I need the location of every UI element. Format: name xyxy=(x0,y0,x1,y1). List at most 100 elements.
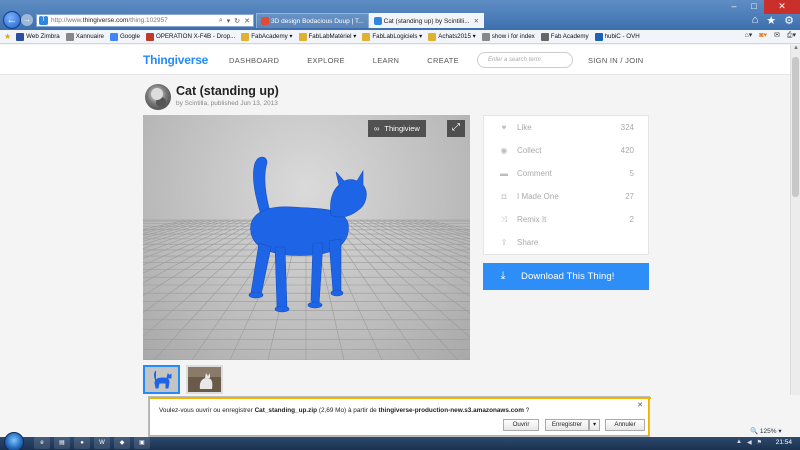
page-scrollbar[interactable]: ▲ xyxy=(790,45,800,395)
folder-taskbar-icon[interactable]: ▤ xyxy=(54,437,70,449)
action-count: 5 xyxy=(629,169,634,178)
app-taskbar-icon[interactable]: ◆ xyxy=(114,437,130,449)
minimize-icon[interactable]: – xyxy=(724,0,744,14)
favorite-link[interactable]: Xannuaire xyxy=(65,32,104,41)
stop-icon[interactable]: ✕ xyxy=(244,17,250,25)
nav-dashboard[interactable]: DASHBOARD xyxy=(229,56,279,65)
start-button[interactable] xyxy=(4,432,24,450)
open-button[interactable]: Ouvrir xyxy=(503,419,539,431)
app-taskbar-icon[interactable]: ▣ xyxy=(134,437,150,449)
action-count: 2 xyxy=(629,215,634,224)
action-i-made-one[interactable]: ◘ I Made One 27 xyxy=(484,185,650,208)
browser-tools: ⌂ ★ ⚙ xyxy=(752,14,794,27)
folder-icon xyxy=(241,32,250,41)
flag-icon[interactable]: ⚑ xyxy=(757,439,762,446)
action-collect[interactable]: ◉ Collect 420 xyxy=(484,139,650,162)
download-message: Voulez-vous ouvrir ou enregistrer Cat_st… xyxy=(159,407,530,414)
thumbnail-strip xyxy=(143,365,223,394)
action-like[interactable]: ♥ Like 324 xyxy=(484,116,650,139)
close-icon[interactable]: ✕ xyxy=(637,401,643,409)
page-title: Cat (standing up) xyxy=(176,84,279,98)
signin-link[interactable]: SIGN IN / JOIN xyxy=(588,56,643,65)
zoom-level[interactable]: 🔍 125% ▾ xyxy=(747,427,785,435)
thumbnail-model[interactable] xyxy=(143,365,180,394)
favorites-bar: ★ Web Zimbra Xannuaire Google OPERATION X-F… xyxy=(0,30,800,44)
favorite-label: hubiC - OVH xyxy=(604,33,640,40)
favorite-link[interactable]: hubiC - OVH xyxy=(594,32,640,41)
settings-gear-icon[interactable]: ⚙ xyxy=(784,14,794,27)
byline: by Scintilla, published Jun 13, 2013 xyxy=(176,100,278,107)
favorite-link[interactable]: show i for index xyxy=(481,32,535,41)
clock[interactable]: 21:54 xyxy=(776,439,792,446)
remix-icon: ⤨ xyxy=(500,214,508,224)
rss-icon[interactable]: ◙▾ xyxy=(759,31,767,40)
search-input[interactable]: Enter a search term xyxy=(477,52,573,68)
home-icon[interactable]: ⌂ xyxy=(752,14,759,27)
nav-learn[interactable]: LEARN xyxy=(373,56,400,65)
network-icon[interactable]: ▲ xyxy=(736,439,742,446)
favorites-star-icon[interactable]: ★ xyxy=(4,32,11,41)
favorite-label: Web Zimbra xyxy=(26,33,60,40)
back-button[interactable]: ← xyxy=(3,11,21,29)
favorite-link[interactable]: Fab Academy xyxy=(540,32,589,41)
favorite-link[interactable]: Achats2015 ▾ xyxy=(428,32,476,41)
browser-tab[interactable]: Cat (standing up) by Scintilli... ✕ xyxy=(368,13,485,29)
print-icon[interactable]: ⎙▾ xyxy=(787,31,796,40)
action-label: Remix It xyxy=(517,215,547,224)
favorites-star-icon[interactable]: ★ xyxy=(766,14,776,27)
close-icon[interactable]: ✕ xyxy=(764,0,800,14)
save-options-chevron-down-icon[interactable]: ▾ xyxy=(589,419,600,431)
search-icon[interactable]: ⌕ xyxy=(219,17,223,25)
favorite-link[interactable]: OPERATION X-F4B - Drop... xyxy=(145,32,235,41)
action-share[interactable]: ⇪ Share xyxy=(484,231,650,254)
download-notification: Voulez-vous ouvrir ou enregistrer Cat_st… xyxy=(148,396,651,437)
favorite-link[interactable]: Google xyxy=(109,32,140,41)
avatar[interactable] xyxy=(145,84,171,110)
favorite-label: Google xyxy=(119,33,140,40)
favorite-label: FabLabMatériel ▾ xyxy=(308,33,357,40)
mail-icon[interactable]: ✉ xyxy=(774,31,780,40)
folder-icon xyxy=(298,32,307,41)
download-icon: ⤓ xyxy=(500,270,506,282)
window-controls: – □ ✕ xyxy=(724,0,800,14)
cancel-button[interactable]: Annuler xyxy=(605,419,645,431)
thingiview-button[interactable]: ∞ Thingiview xyxy=(368,120,426,137)
home-icon[interactable]: ⌂▾ xyxy=(745,31,753,40)
favorite-link[interactable]: FabLabMatériel ▾ xyxy=(298,32,357,41)
favorite-link[interactable]: Web Zimbra xyxy=(16,32,60,41)
scroll-up-icon[interactable]: ▲ xyxy=(791,45,800,54)
fab-icon xyxy=(540,32,549,41)
ie-taskbar-icon[interactable]: e xyxy=(34,437,50,449)
page-icon xyxy=(65,32,74,41)
volume-icon[interactable]: ◀ xyxy=(747,439,752,446)
grid-floor xyxy=(143,156,470,360)
action-label: Like xyxy=(517,123,532,132)
action-comment[interactable]: ▬ Comment 5 xyxy=(484,162,650,185)
fullscreen-icon[interactable]: ⤢ xyxy=(447,120,465,137)
dropdown-icon[interactable]: ▾ xyxy=(227,17,231,25)
firefox-taskbar-icon[interactable]: ● xyxy=(74,437,90,449)
site-logo[interactable]: Thingiverse xyxy=(143,53,208,67)
scroll-thumb[interactable] xyxy=(792,57,799,197)
favorite-link[interactable]: FabLabLogiciels ▾ xyxy=(362,32,422,41)
word-taskbar-icon[interactable]: W xyxy=(94,437,110,449)
thumbnail-photo[interactable] xyxy=(186,365,223,394)
refresh-icon[interactable]: ↻ xyxy=(234,17,240,25)
close-tab-icon[interactable]: ✕ xyxy=(474,14,479,29)
download-button[interactable]: ⤓ Download This Thing! xyxy=(483,263,649,290)
action-label: Collect xyxy=(517,146,542,155)
folder-icon xyxy=(362,32,371,41)
page-icon xyxy=(481,32,490,41)
forward-button[interactable]: → xyxy=(21,14,33,26)
command-bar: ⌂▾ ◙▾ ✉ ⎙▾ xyxy=(745,31,797,40)
save-button[interactable]: Enregistrer xyxy=(545,419,589,431)
action-remix-it[interactable]: ⤨ Remix It 2 xyxy=(484,208,650,231)
maximize-icon[interactable]: □ xyxy=(744,0,764,14)
model-preview[interactable]: ∞ Thingiview ⤢ xyxy=(143,115,470,360)
browser-tab[interactable]: 3D design Bodacious Duup | T... xyxy=(256,13,369,28)
address-bar[interactable]: T http://www.thingiverse.com/thing:10295… xyxy=(36,14,254,27)
favorite-link[interactable]: FabAcademy ▾ xyxy=(241,32,293,41)
nav-explore[interactable]: EXPLORE xyxy=(307,56,345,65)
nav-create[interactable]: CREATE xyxy=(427,56,459,65)
cat-model xyxy=(248,156,367,313)
